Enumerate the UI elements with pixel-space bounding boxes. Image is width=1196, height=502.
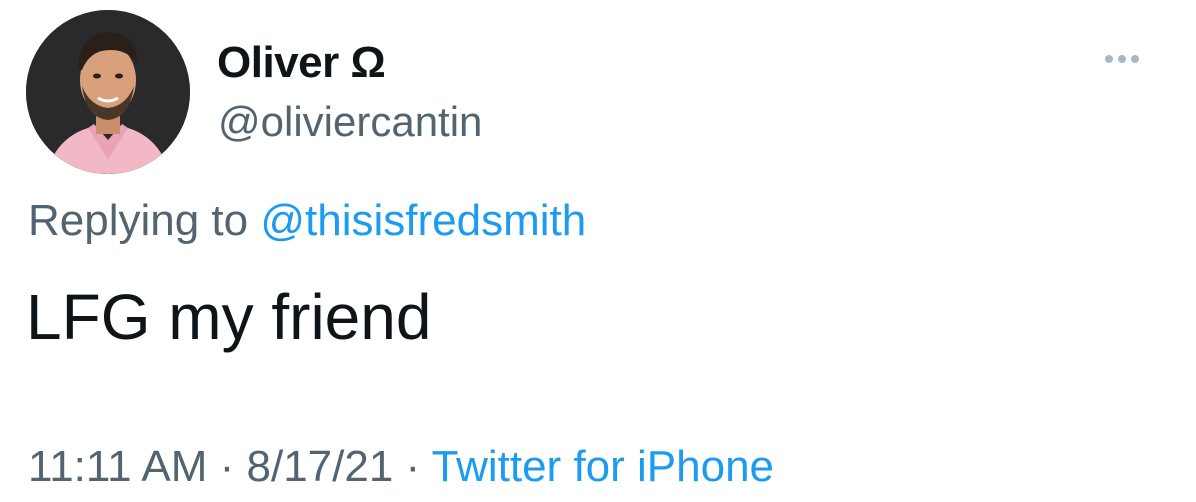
more-dot [1105, 55, 1113, 63]
avatar[interactable] [26, 10, 190, 174]
replying-to-line: Replying to @thisisfredsmith [28, 196, 586, 246]
meta-separator: · [219, 442, 235, 491]
avatar-photo [26, 10, 190, 174]
tweet-source-link[interactable]: Twitter for iPhone [432, 442, 774, 491]
tweet-meta: 11:11 AM · 8/17/21 · Twitter for iPhone [28, 442, 774, 492]
more-dot [1118, 55, 1126, 63]
more-dot [1131, 55, 1139, 63]
replying-to-mention[interactable]: @thisisfredsmith [260, 196, 586, 245]
author-display-name[interactable]: Oliver Ω [217, 38, 386, 88]
meta-separator: · [405, 442, 421, 491]
tweet-time[interactable]: 11:11 AM [28, 442, 207, 491]
replying-to-label: Replying to [28, 196, 249, 245]
tweet-date[interactable]: 8/17/21 [247, 442, 394, 491]
tweet-text: LFG my friend [26, 281, 432, 353]
author-handle[interactable]: @oliviercantin [218, 98, 482, 146]
more-options-icon[interactable] [1097, 44, 1147, 74]
